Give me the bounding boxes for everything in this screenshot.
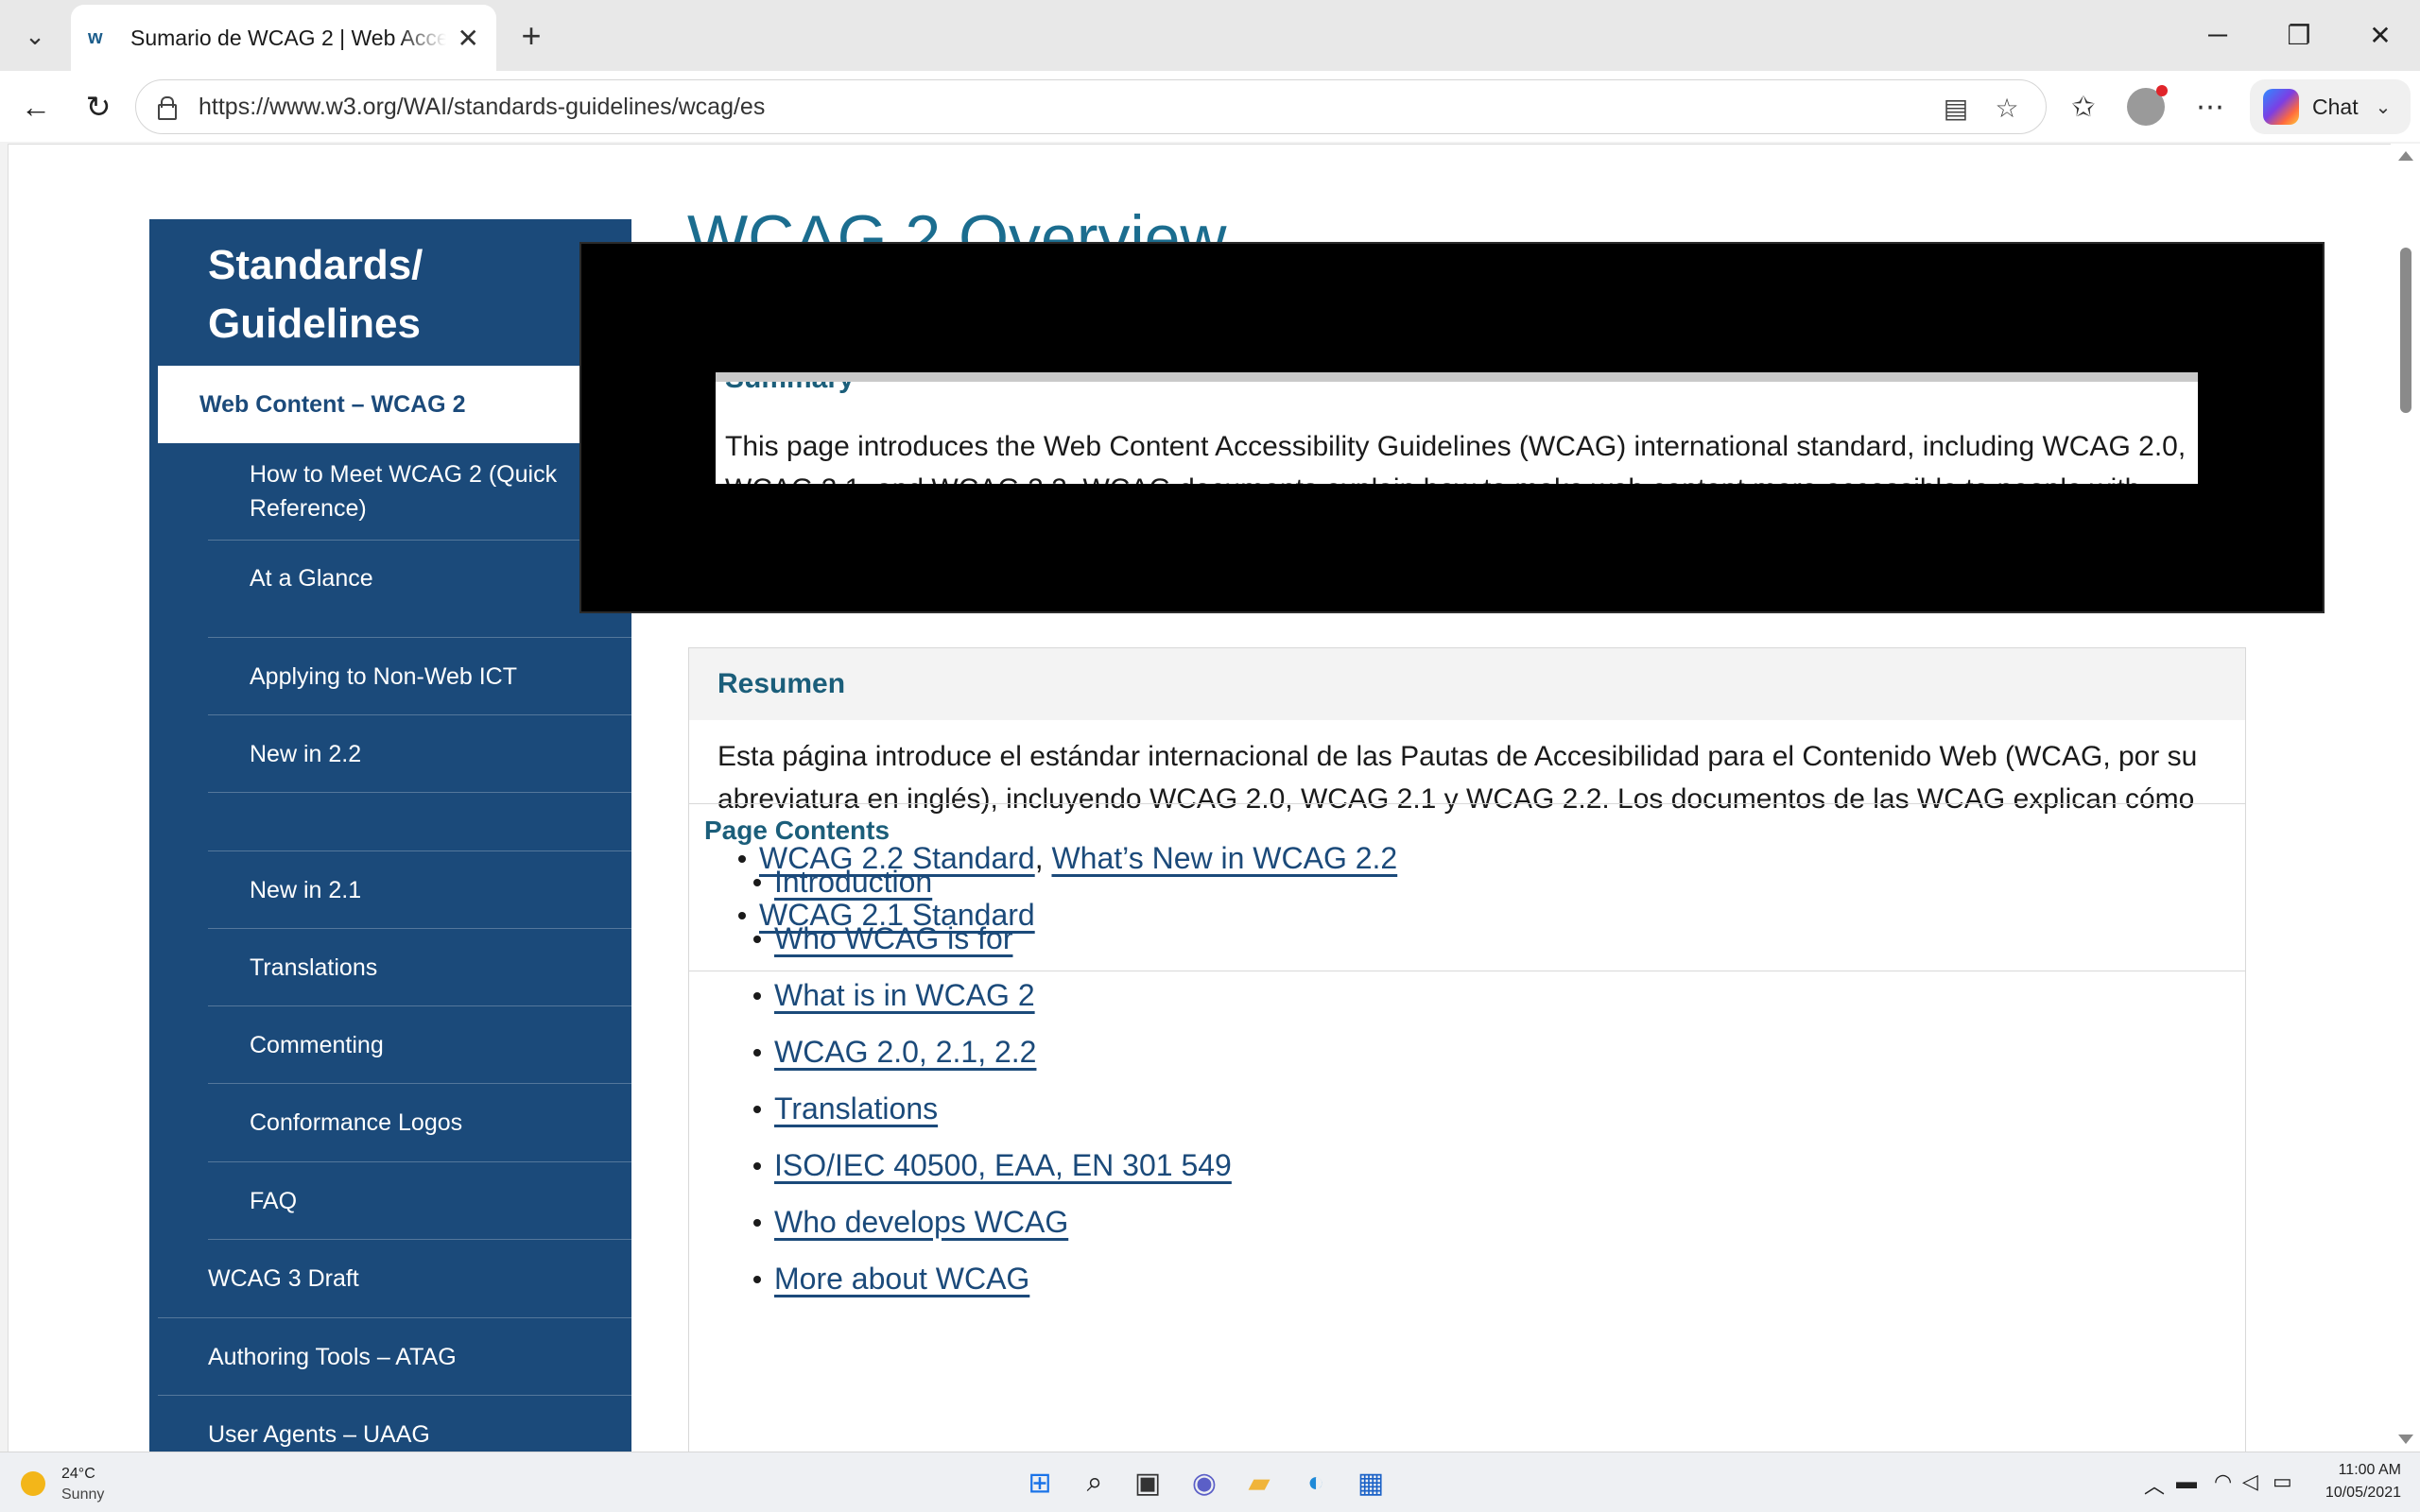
toc-link[interactable]: WCAG 2.0, 2.1, 2.2 xyxy=(774,1035,1036,1069)
weather-temperature[interactable]: 24°C xyxy=(61,1466,95,1483)
page-contents-list: Introduction Who WCAG is for What is in … xyxy=(753,853,1232,1307)
reader-mode-icon[interactable]: ▤ xyxy=(1940,92,1972,124)
new-tab-button[interactable]: + xyxy=(510,16,552,55)
search-icon[interactable]: ⌕ xyxy=(1076,1464,1114,1502)
browser-tab-active[interactable]: ᴡ Sumario de WCAG 2 | Web Accessibility … xyxy=(71,5,496,71)
sidebar-item-wcag3[interactable]: WCAG 3 Draft xyxy=(158,1240,631,1318)
chevron-down-icon[interactable]: ⌄ xyxy=(2376,95,2392,119)
windows-taskbar: 24°C Sunny ⊞ ⌕ ▣ ◉ ▰ ◐ ▦ ︿ ▬ ◠ ◁ ▭ 11:00… xyxy=(0,1452,2420,1512)
favorites-icon[interactable]: ✩ xyxy=(2061,84,2106,129)
favorite-star-icon[interactable]: ☆ xyxy=(1991,92,2023,124)
translation-popup-overlay[interactable]: Summary This page introduces the Web Con… xyxy=(579,242,2325,613)
sun-icon[interactable] xyxy=(21,1471,45,1496)
url-text: https://www.w3.org/WAI/standards-guideli… xyxy=(199,93,766,120)
page-scrollbar[interactable] xyxy=(2391,144,2420,1452)
chat-label: Chat xyxy=(2312,94,2359,119)
chevron-up-icon[interactable]: ︿ xyxy=(2144,1469,2165,1500)
page-contents-title: Page Contents xyxy=(704,816,890,845)
file-explorer-icon[interactable]: ▰ xyxy=(1240,1464,1278,1502)
tab-title: Sumario de WCAG 2 | Web Accessibility In… xyxy=(130,25,446,50)
page-contents: Page Contents Introduction Who WCAG is f… xyxy=(688,803,2246,1452)
list-item: Translations xyxy=(753,1080,1232,1137)
scrollbar-thumb[interactable] xyxy=(2400,248,2411,413)
toc-link[interactable]: ISO/IEC 40500, EAA, EN 301 549 xyxy=(774,1148,1232,1182)
edge-browser-icon[interactable]: ◐ xyxy=(1297,1464,1335,1502)
sidebar-title[interactable]: Standards/ Guidelines xyxy=(208,236,624,353)
volume-icon[interactable]: ◁ xyxy=(2242,1469,2258,1494)
wifi-icon[interactable]: ◠ xyxy=(2214,1469,2232,1494)
store-icon[interactable]: ▦ xyxy=(1352,1464,1390,1502)
teams-chat-icon[interactable]: ◉ xyxy=(1185,1464,1223,1502)
browser-toolbar: ← ↻ https://www.w3.org/WAI/standards-gui… xyxy=(0,71,2420,142)
close-tab-icon[interactable]: ✕ xyxy=(458,23,479,54)
translation-popup-panel: Summary This page introduces the Web Con… xyxy=(716,372,2198,484)
restore-button[interactable]: ❐ xyxy=(2271,13,2327,57)
sidebar-item-new-in-22[interactable]: New in 2.2 xyxy=(208,715,631,793)
sidebar-item-uaag[interactable]: User Agents – UAAG xyxy=(158,1396,631,1452)
sidebar-item-commenting[interactable]: Commenting xyxy=(208,1006,631,1084)
list-item: More about WCAG xyxy=(753,1250,1232,1307)
more-options-icon[interactable]: ⋯ xyxy=(2187,84,2233,129)
refresh-button[interactable]: ↻ xyxy=(76,84,121,129)
back-button[interactable]: ← xyxy=(13,84,59,129)
sidebar-item-atag[interactable]: Authoring Tools – ATAG xyxy=(158,1318,631,1396)
display-icon[interactable]: ▬ xyxy=(2176,1469,2197,1494)
sidebar-item-hidden[interactable] xyxy=(208,793,631,851)
address-bar[interactable]: https://www.w3.org/WAI/standards-guideli… xyxy=(135,79,2047,134)
summary-card-title: Resumen xyxy=(689,648,2245,720)
list-item: Who WCAG is for xyxy=(753,910,1232,967)
sidebar-nav: Standards/ Guidelines Web Content – WCAG… xyxy=(149,219,631,1452)
sidebar-item-label: Web Content – WCAG 2 xyxy=(199,390,466,418)
minimize-button[interactable]: ─ xyxy=(2189,13,2246,57)
sidebar-item-translations[interactable]: Translations xyxy=(208,929,631,1006)
task-view-icon[interactable]: ▣ xyxy=(1129,1464,1167,1502)
list-item: ISO/IEC 40500, EAA, EN 301 549 xyxy=(753,1137,1232,1194)
translation-popup-label: Summary xyxy=(725,372,855,394)
clock-date[interactable]: 10/05/2021 xyxy=(2316,1485,2401,1502)
windows-start-icon[interactable]: ⊞ xyxy=(1021,1464,1059,1502)
lock-icon[interactable] xyxy=(153,94,180,120)
sidebar-item-at-a-glance[interactable]: At a Glance xyxy=(208,541,631,638)
close-window-button[interactable]: ✕ xyxy=(2352,13,2409,57)
sidebar-item-wcag2-active[interactable]: Web Content – WCAG 2 xyxy=(158,366,631,443)
toc-link[interactable]: What is in WCAG 2 xyxy=(774,978,1035,1012)
battery-icon[interactable]: ▭ xyxy=(2273,1469,2292,1494)
copilot-icon xyxy=(2263,89,2299,125)
clock-time[interactable]: 11:00 AM xyxy=(2335,1462,2401,1479)
sidebar-item-conformance-logos[interactable]: Conformance Logos xyxy=(208,1084,631,1162)
sidebar-item-faq[interactable]: FAQ xyxy=(208,1162,631,1240)
copilot-chat-button[interactable]: Chat ⌄ xyxy=(2250,79,2411,134)
toc-link[interactable]: Who develops WCAG xyxy=(774,1205,1068,1239)
toc-link[interactable]: Who WCAG is for xyxy=(774,921,1012,955)
w3c-favicon-icon: ᴡ xyxy=(88,26,103,48)
translation-popup-text: This page introduces the Web Content Acc… xyxy=(725,431,2187,484)
toc-link[interactable]: Translations xyxy=(774,1091,938,1125)
list-item: Who develops WCAG xyxy=(753,1194,1232,1250)
weather-description[interactable]: Sunny xyxy=(61,1486,104,1503)
list-item: WCAG 2.0, 2.1, 2.2 xyxy=(753,1023,1232,1080)
toc-link[interactable]: More about WCAG xyxy=(774,1262,1029,1296)
scroll-down-arrow-icon[interactable] xyxy=(2398,1435,2413,1444)
sidebar-item-non-web-ict[interactable]: Applying to Non-Web ICT xyxy=(208,638,631,715)
page-viewport: Standards/ Guidelines Web Content – WCAG… xyxy=(8,144,2391,1452)
tab-actions-menu-button[interactable]: ⌄ xyxy=(11,17,59,55)
toc-link[interactable]: Introduction xyxy=(774,865,932,899)
sidebar-item-quick-reference[interactable]: How to Meet WCAG 2 (Quick Reference) xyxy=(208,443,631,541)
tab-bar: ⌄ ᴡ Sumario de WCAG 2 | Web Accessibilit… xyxy=(0,0,2420,71)
list-item: Introduction xyxy=(753,853,1232,910)
notification-dot xyxy=(2156,85,2168,96)
scroll-up-arrow-icon[interactable] xyxy=(2398,151,2413,161)
sidebar-item-new-in-21[interactable]: New in 2.1 xyxy=(208,851,631,929)
list-item: What is in WCAG 2 xyxy=(753,967,1232,1023)
